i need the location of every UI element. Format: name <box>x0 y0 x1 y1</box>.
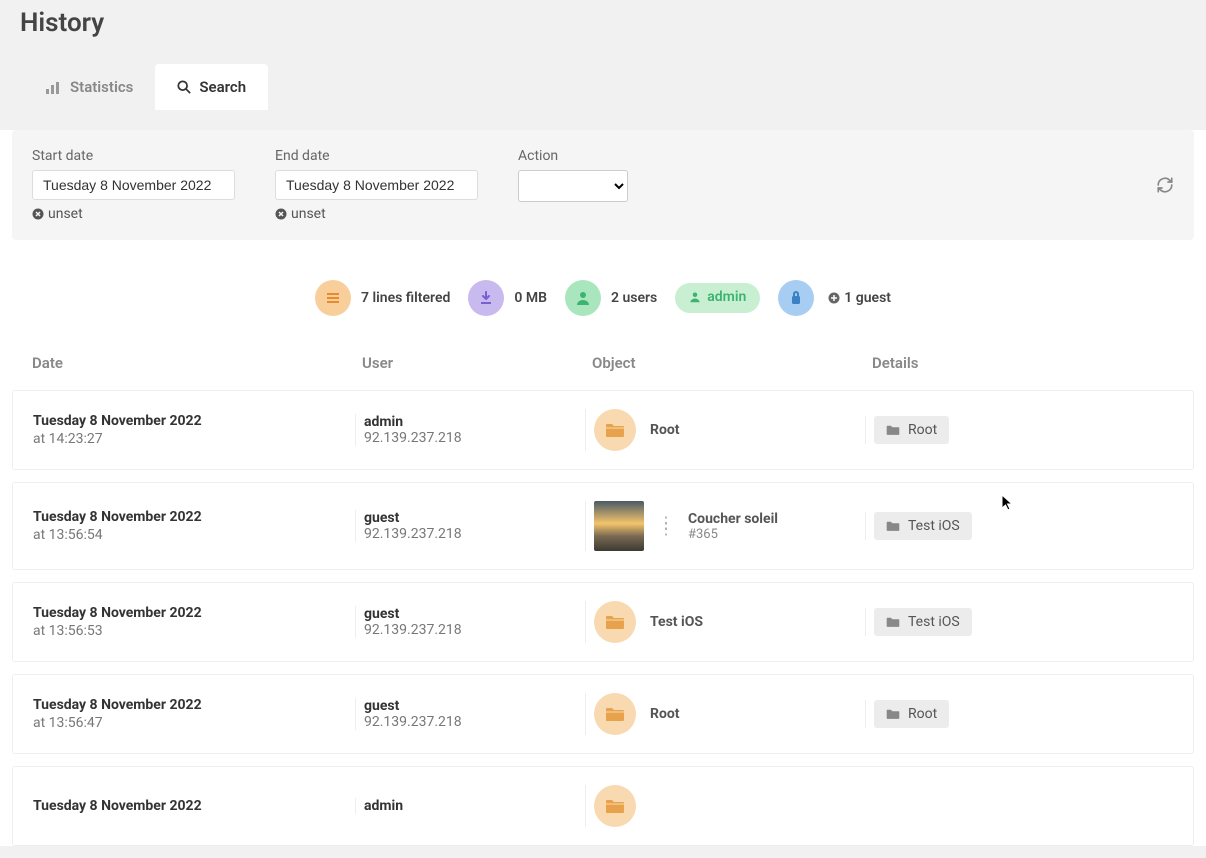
drag-handle-icon[interactable]: ⋮⋮ <box>658 520 674 532</box>
tab-statistics[interactable]: Statistics <box>24 64 155 110</box>
unset-label: unset <box>291 206 326 222</box>
row-ip: 92.139.237.218 <box>364 622 577 638</box>
folder-icon <box>594 785 636 827</box>
col-details: Details <box>864 354 1182 372</box>
table-row[interactable]: Tuesday 8 November 2022 at 13:56:54 guest9… <box>12 482 1194 570</box>
col-user: User <box>354 354 584 372</box>
row-ip: 92.139.237.218 <box>364 526 577 542</box>
row-date: Tuesday 8 November 2022 <box>33 509 347 525</box>
row-user: guest <box>364 606 577 622</box>
stat-guests: 1 guest <box>778 280 891 316</box>
object-title: Root <box>650 706 680 722</box>
row-ip: 92.139.237.218 <box>364 430 577 446</box>
filter-bar: Start date unset End date unset Action <box>12 130 1194 240</box>
row-date: Tuesday 8 November 2022 <box>33 413 347 429</box>
stat-text: 7 lines filtered <box>361 290 450 306</box>
folder-icon <box>594 409 636 451</box>
folder-icon <box>886 708 900 720</box>
stat-text: 0 MB <box>514 290 547 306</box>
detail-chip[interactable]: Test iOS <box>874 608 972 636</box>
object-title: Root <box>650 422 680 438</box>
tabs: Statistics Search <box>0 64 1206 110</box>
tab-label: Search <box>199 78 246 96</box>
close-icon <box>275 208 287 220</box>
detail-chip[interactable]: Root <box>874 700 949 728</box>
stat-text: 1 guest <box>844 290 891 306</box>
stat-text: 2 users <box>611 290 657 306</box>
detail-chip[interactable]: Test iOS <box>874 512 972 540</box>
table-row[interactable]: Tuesday 8 November 2022 admin <box>12 766 1194 846</box>
badge-text: admin <box>707 289 746 305</box>
table-row[interactable]: Tuesday 8 November 2022 at 13:56:53 guest9… <box>12 582 1194 662</box>
table-header: Date User Object Details <box>12 344 1194 390</box>
guest-icon <box>778 280 814 316</box>
col-object: Object <box>584 354 864 372</box>
folder-icon <box>594 693 636 735</box>
detail-text: Root <box>908 706 937 722</box>
unset-label: unset <box>48 206 83 222</box>
stats-icon <box>46 80 62 94</box>
folder-icon <box>886 520 900 532</box>
image-thumbnail[interactable] <box>594 501 644 551</box>
row-time: at 13:56:54 <box>33 527 347 543</box>
start-unset[interactable]: unset <box>32 206 235 222</box>
tab-search[interactable]: Search <box>155 64 268 110</box>
lines-icon <box>315 280 351 316</box>
row-user: guest <box>364 698 577 714</box>
col-date: Date <box>24 354 354 372</box>
detail-text: Test iOS <box>908 518 960 534</box>
row-time: at 13:56:53 <box>33 623 347 639</box>
detail-text: Root <box>908 422 937 438</box>
row-date: Tuesday 8 November 2022 <box>33 697 347 713</box>
table-row[interactable]: Tuesday 8 November 2022 at 13:56:47 guest9… <box>12 674 1194 754</box>
stats-row: 7 lines filtered 0 MB 2 users admin <box>0 240 1206 344</box>
stat-users: 2 users <box>565 280 657 316</box>
object-title: Test iOS <box>650 614 703 630</box>
start-date-label: Start date <box>32 148 235 164</box>
action-select[interactable] <box>518 170 628 202</box>
row-time: at 14:23:27 <box>33 431 347 447</box>
row-user: guest <box>364 510 577 526</box>
action-label: Action <box>518 148 628 164</box>
end-date-label: End date <box>275 148 478 164</box>
table-row[interactable]: Tuesday 8 November 2022 at 14:23:27 admin9… <box>12 390 1194 470</box>
row-date: Tuesday 8 November 2022 <box>33 605 347 621</box>
admin-badge[interactable]: admin <box>675 283 760 313</box>
search-icon <box>177 80 191 94</box>
row-ip: 92.139.237.218 <box>364 714 577 730</box>
detail-chip[interactable]: Root <box>874 416 949 444</box>
folder-icon <box>886 616 900 628</box>
object-subtitle: #365 <box>688 527 778 542</box>
download-icon <box>468 280 504 316</box>
folder-icon <box>886 424 900 436</box>
page-title: History <box>0 0 1206 38</box>
refresh-button[interactable] <box>1156 176 1174 194</box>
row-user: admin <box>364 414 577 430</box>
user-icon <box>565 280 601 316</box>
object-title: Coucher soleil <box>688 511 778 527</box>
plus-icon <box>828 292 840 304</box>
row-time: at 13:56:47 <box>33 715 347 731</box>
stat-size: 0 MB <box>468 280 547 316</box>
detail-text: Test iOS <box>908 614 960 630</box>
stat-lines: 7 lines filtered <box>315 280 450 316</box>
start-date-input[interactable] <box>32 170 235 200</box>
row-date: Tuesday 8 November 2022 <box>33 798 347 814</box>
row-user: admin <box>364 798 577 814</box>
end-date-input[interactable] <box>275 170 478 200</box>
end-unset[interactable]: unset <box>275 206 478 222</box>
close-icon <box>32 208 44 220</box>
tab-label: Statistics <box>70 78 133 96</box>
folder-icon <box>594 601 636 643</box>
